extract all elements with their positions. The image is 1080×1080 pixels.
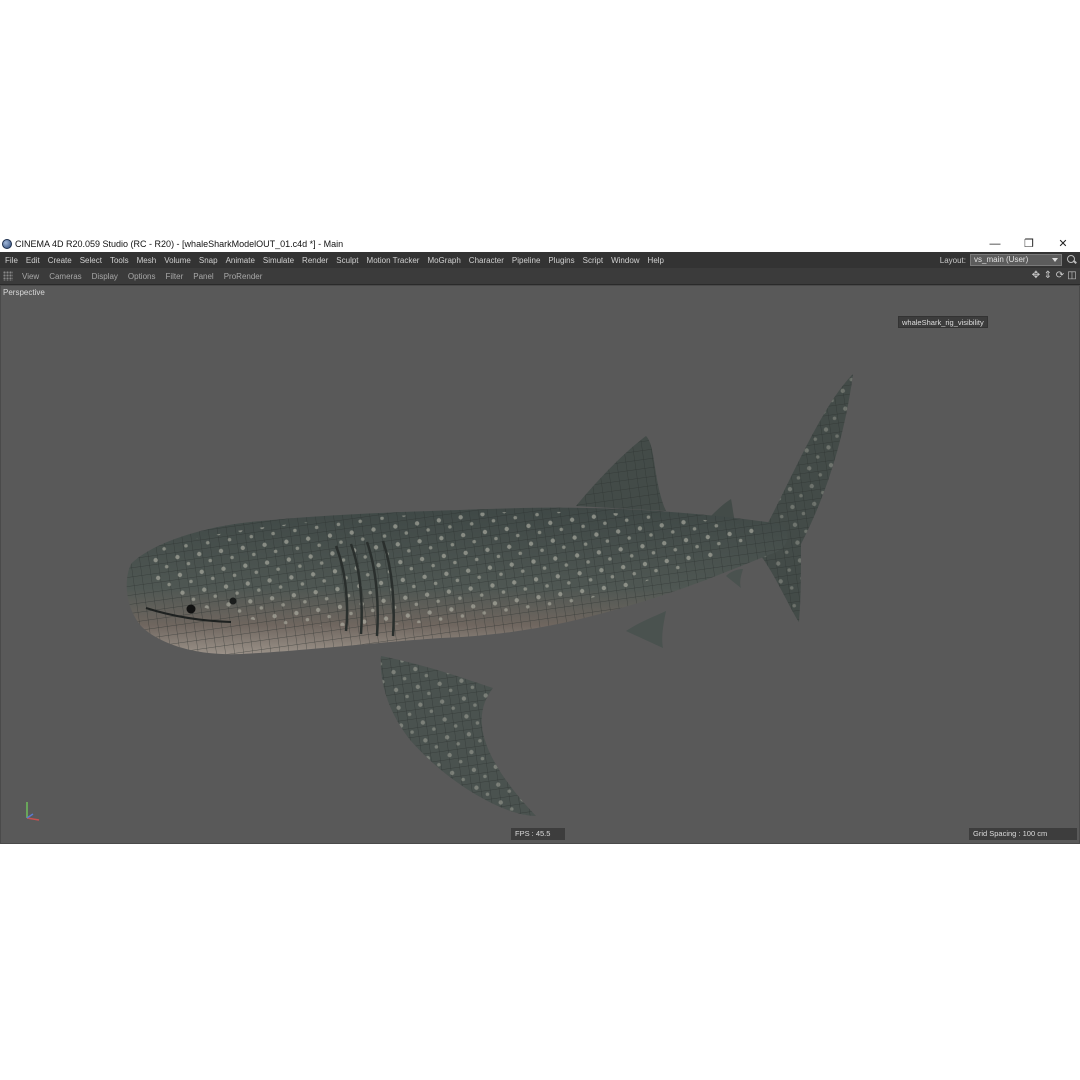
shark-body: [126, 507, 788, 655]
layout-value: vs_main (User): [974, 255, 1029, 264]
cinema4d-window: CINEMA 4D R20.059 Studio (RC - R20) - [w…: [0, 236, 1080, 844]
menu-plugins[interactable]: Plugins: [544, 256, 578, 265]
grip-icon[interactable]: [3, 271, 13, 281]
viewport-menu-view[interactable]: View: [17, 272, 44, 281]
world-axis-icon: [26, 802, 40, 821]
grid-spacing-readout: Grid Spacing : 100 cm: [969, 828, 1077, 840]
move-icon[interactable]: ✥: [1030, 270, 1042, 282]
menu-mograph[interactable]: MoGraph: [423, 256, 464, 265]
pelvic-fin: [626, 611, 666, 648]
maximize-icon[interactable]: ◫: [1066, 270, 1078, 282]
menu-tools[interactable]: Tools: [106, 256, 133, 265]
viewport-menu-filter[interactable]: Filter: [160, 272, 188, 281]
viewport-menu-bar: View Cameras Display Options Filter Pane…: [0, 268, 1080, 285]
menu-sculpt[interactable]: Sculpt: [332, 256, 362, 265]
menu-character[interactable]: Character: [465, 256, 508, 265]
menu-select[interactable]: Select: [76, 256, 106, 265]
anal-fin: [726, 569, 743, 588]
whale-shark-model[interactable]: [1, 286, 1079, 843]
object-label-tag[interactable]: whaleShark_rig_visibility: [898, 316, 988, 328]
zoom-icon[interactable]: ⇕: [1042, 270, 1054, 282]
window-title: CINEMA 4D R20.059 Studio (RC - R20) - [w…: [15, 239, 344, 249]
menu-simulate[interactable]: Simulate: [259, 256, 298, 265]
menu-window[interactable]: Window: [607, 256, 643, 265]
layout-label: Layout:: [939, 255, 966, 265]
fps-readout: FPS : 45.5: [511, 828, 565, 840]
rotate-icon[interactable]: ⟳: [1054, 270, 1066, 282]
menu-create[interactable]: Create: [44, 256, 76, 265]
menu-mesh[interactable]: Mesh: [133, 256, 161, 265]
caudal-fin: [761, 374, 853, 622]
menu-file[interactable]: File: [0, 256, 22, 265]
viewport-menu-display[interactable]: Display: [87, 272, 123, 281]
layout-dropdown[interactable]: vs_main (User): [970, 254, 1062, 266]
search-icon[interactable]: [1064, 252, 1080, 268]
cinema4d-logo-icon: [2, 239, 12, 249]
viewport-menu-prorender[interactable]: ProRender: [219, 272, 268, 281]
perspective-viewport[interactable]: Perspective whaleShark_rig_visibility FP…: [1, 286, 1079, 843]
menu-help[interactable]: Help: [644, 256, 668, 265]
main-menu-bar: File Edit Create Select Tools Mesh Volum…: [0, 252, 1080, 268]
menu-render[interactable]: Render: [298, 256, 332, 265]
menu-script[interactable]: Script: [579, 256, 607, 265]
pectoral-fin: [380, 656, 536, 816]
viewport-menu-cameras[interactable]: Cameras: [44, 272, 86, 281]
viewport-menu-options[interactable]: Options: [123, 272, 161, 281]
menu-edit[interactable]: Edit: [22, 256, 44, 265]
menu-animate[interactable]: Animate: [222, 256, 259, 265]
close-button[interactable]: ✕: [1046, 236, 1080, 252]
dorsal-fin: [576, 436, 666, 511]
viewport-menu-panel[interactable]: Panel: [188, 272, 218, 281]
menu-volume[interactable]: Volume: [160, 256, 195, 265]
restore-button[interactable]: ❐: [1012, 236, 1046, 252]
chevron-down-icon: [1052, 258, 1058, 262]
menu-motion-tracker[interactable]: Motion Tracker: [363, 256, 424, 265]
title-bar: CINEMA 4D R20.059 Studio (RC - R20) - [w…: [0, 236, 1080, 252]
menu-snap[interactable]: Snap: [195, 256, 222, 265]
minimize-button[interactable]: —: [978, 236, 1012, 252]
menu-pipeline[interactable]: Pipeline: [508, 256, 544, 265]
